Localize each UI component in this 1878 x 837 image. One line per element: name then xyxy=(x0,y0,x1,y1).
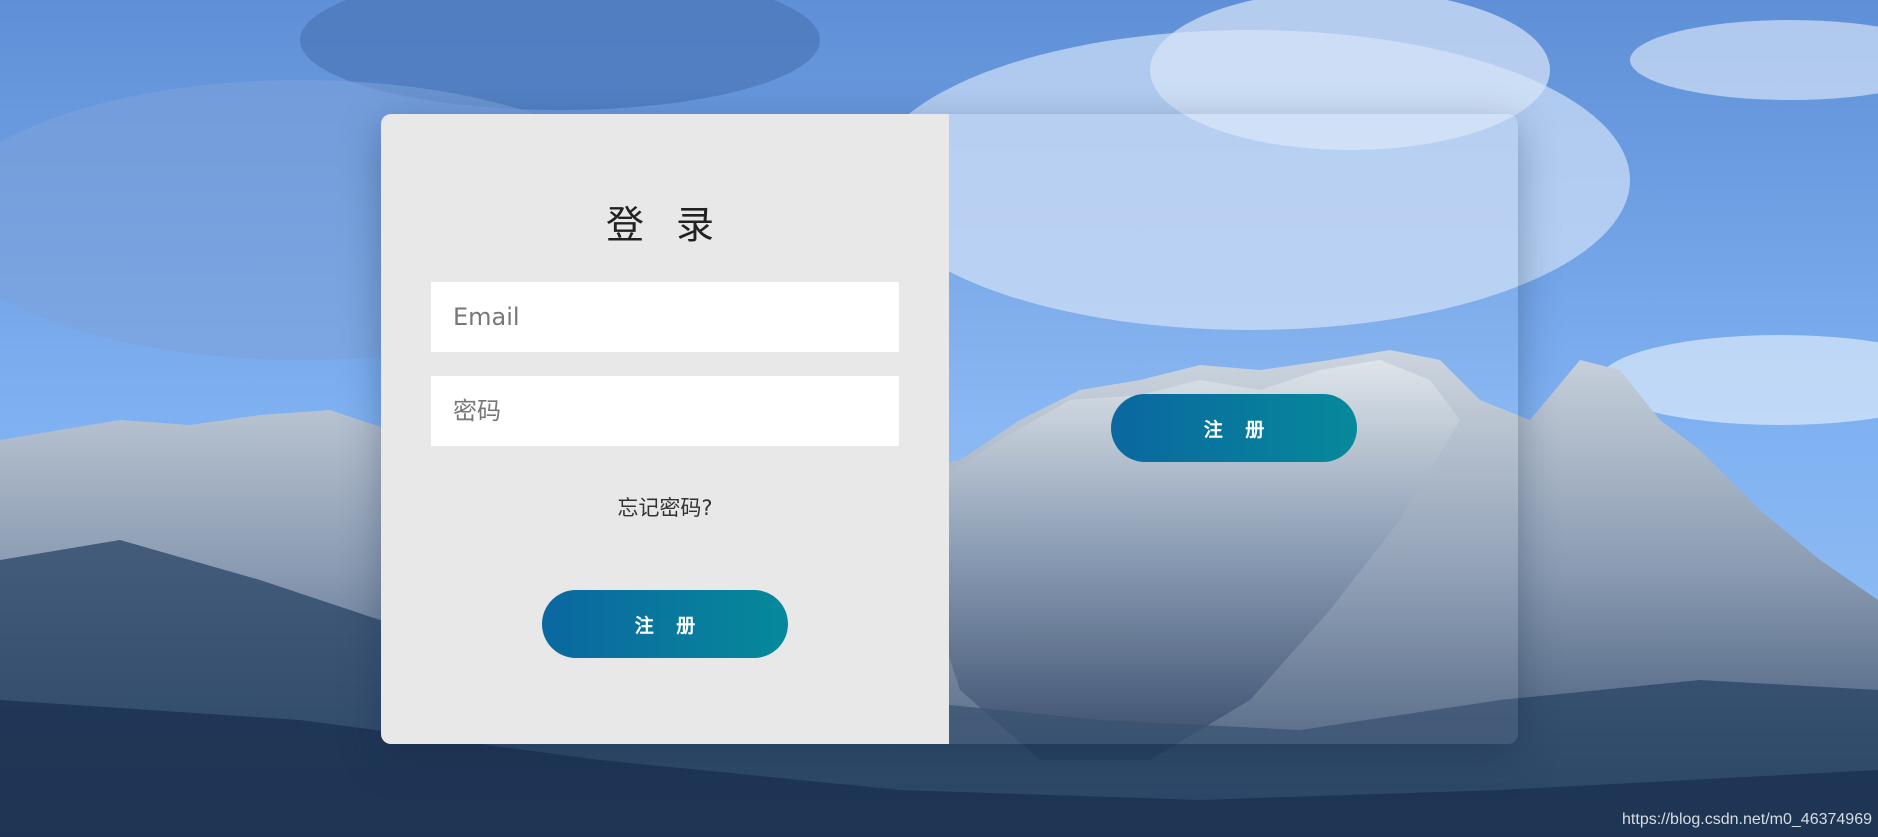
login-form: 登 录 忘记密码? 注 册 xyxy=(381,114,949,744)
forgot-password-link[interactable]: 忘记密码? xyxy=(381,492,949,522)
register-button[interactable]: 注 册 xyxy=(1111,394,1357,462)
register-overlay-panel: 注 册 xyxy=(949,114,1518,744)
auth-container: 登 录 忘记密码? 注 册 注 册 xyxy=(381,114,1518,744)
email-input[interactable] xyxy=(431,282,899,352)
background-scene: 登 录 忘记密码? 注 册 注 册 https://blog.csdn.net/… xyxy=(0,0,1878,837)
login-submit-button[interactable]: 注 册 xyxy=(542,590,788,658)
watermark: https://blog.csdn.net/m0_46374969 xyxy=(1622,811,1872,828)
password-input[interactable] xyxy=(431,376,899,446)
login-title: 登 录 xyxy=(605,203,725,247)
